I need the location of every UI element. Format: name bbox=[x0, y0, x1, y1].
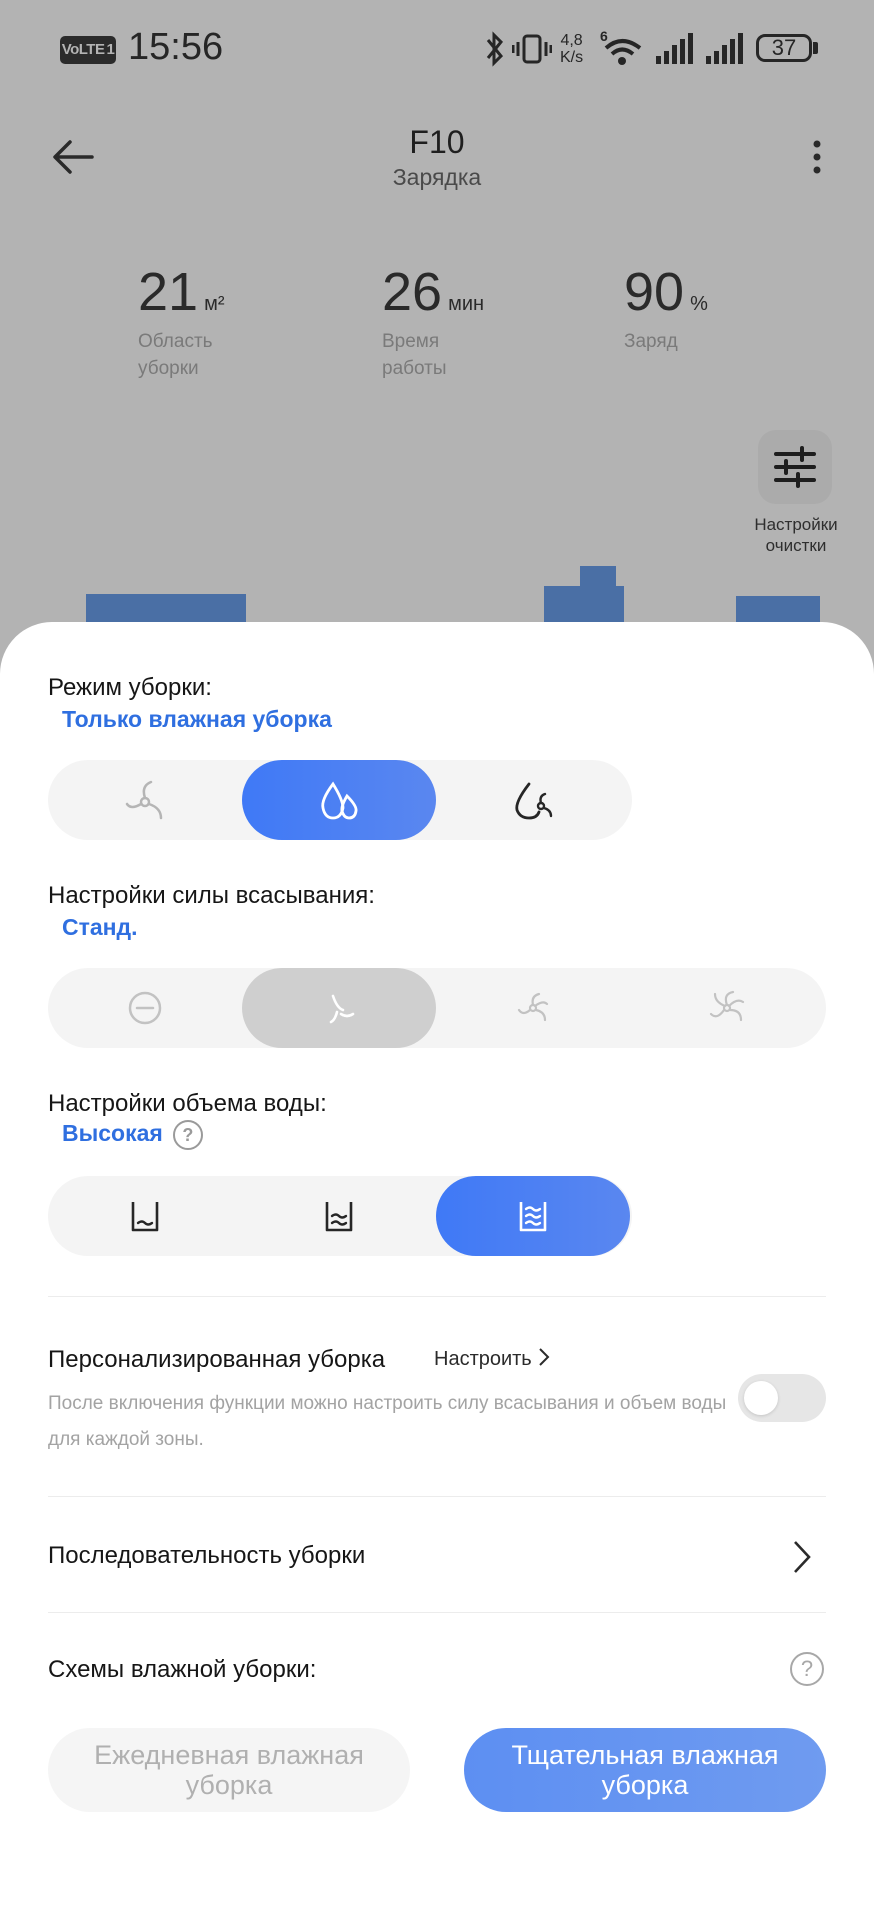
water-medium-icon bbox=[325, 1202, 353, 1232]
divider bbox=[48, 1612, 826, 1613]
water-high-icon bbox=[519, 1202, 547, 1232]
sliders-icon bbox=[774, 446, 816, 488]
signal-sim2-icon bbox=[706, 33, 743, 64]
scheme-deep-button[interactable]: Тщательная влажная уборка bbox=[464, 1728, 826, 1812]
stat-work-time: 26 мин Время работы bbox=[382, 262, 485, 379]
vibrate-icon bbox=[512, 34, 552, 64]
suction-standard-option[interactable] bbox=[242, 968, 436, 1048]
more-menu-icon[interactable] bbox=[800, 134, 834, 184]
mop-drops-icon bbox=[321, 781, 358, 820]
status-bar: VoLTE 1 15:56 4,8 K/s 6 37 bbox=[0, 0, 874, 100]
stat-cleaned-area: 21 м² Область уборки bbox=[138, 262, 225, 379]
mode-vacuum-option[interactable] bbox=[48, 760, 242, 840]
mode-vacuum-mop-option[interactable] bbox=[436, 760, 630, 840]
personalized-toggle[interactable] bbox=[738, 1374, 826, 1422]
personalized-title: Персонализированная уборка bbox=[48, 1346, 386, 1373]
battery-tip bbox=[813, 42, 818, 54]
mode-mop-option[interactable] bbox=[242, 760, 436, 840]
water-low-option[interactable] bbox=[48, 1176, 242, 1256]
vacuum-and-mop-icon bbox=[515, 782, 553, 820]
cleaning-settings-button[interactable] bbox=[758, 430, 832, 504]
suction-strong-icon bbox=[517, 992, 549, 1022]
bluetooth-icon bbox=[486, 31, 504, 67]
suction-max-icon bbox=[709, 990, 745, 1022]
divider bbox=[48, 1296, 826, 1297]
water-selector bbox=[48, 1176, 632, 1256]
suction-value: Станд. bbox=[62, 914, 138, 940]
wet-schemes-help-icon[interactable]: ? bbox=[790, 1652, 824, 1686]
wet-schemes-title: Схемы влажной уборки: bbox=[48, 1656, 317, 1683]
toggle-knob bbox=[744, 1381, 778, 1415]
chevron-right-icon bbox=[539, 1348, 550, 1366]
suction-selector bbox=[48, 968, 826, 1048]
water-title: Настройки объема воды: bbox=[48, 1090, 327, 1117]
device-title: F10 bbox=[409, 124, 465, 160]
suction-off-icon bbox=[128, 991, 162, 1025]
water-value-row: Высокая? bbox=[62, 1120, 203, 1150]
battery-indicator: 37 bbox=[756, 34, 812, 62]
water-medium-option[interactable] bbox=[242, 1176, 436, 1256]
cleaning-mode-title: Режим уборки: bbox=[48, 674, 212, 701]
cleaning-mode-value: Только влажная уборка bbox=[62, 706, 332, 732]
network-speed: 4,8 K/s bbox=[560, 32, 584, 66]
personalized-description: После включения функции можно настроить … bbox=[48, 1393, 727, 1450]
volte-badge: VoLTE 1 bbox=[60, 36, 116, 64]
chevron-right-icon bbox=[794, 1541, 811, 1573]
device-status: Зарядка bbox=[392, 164, 482, 190]
wifi-6-badge: 6 bbox=[600, 28, 608, 44]
water-help-icon[interactable]: ? bbox=[172, 1120, 203, 1150]
signal-sim1-icon bbox=[656, 33, 693, 64]
scheme-daily-button[interactable]: Ежедневная влажная уборка bbox=[48, 1728, 410, 1812]
suction-standard-icon bbox=[329, 994, 355, 1024]
water-low-icon bbox=[131, 1202, 159, 1232]
status-clock: 15:56 bbox=[128, 26, 224, 68]
vacuum-icon bbox=[125, 780, 163, 820]
personalized-configure-link[interactable]: Настроить bbox=[434, 1346, 551, 1371]
cleaning-settings-label: Настройки очистки bbox=[754, 515, 838, 555]
divider bbox=[48, 1496, 826, 1497]
map-room-middle-top bbox=[580, 566, 616, 596]
water-high-option[interactable] bbox=[436, 1176, 630, 1256]
cleaning-mode-selector bbox=[48, 760, 632, 840]
water-value: Высокая bbox=[62, 1120, 163, 1147]
suction-strong-option[interactable] bbox=[436, 968, 630, 1048]
suction-title: Настройки силы всасывания: bbox=[48, 882, 375, 909]
cleaning-sequence-row[interactable]: Последовательность уборки bbox=[48, 1542, 826, 1582]
suction-max-option[interactable] bbox=[630, 968, 824, 1048]
suction-off-option[interactable] bbox=[48, 968, 242, 1048]
stat-battery-charge: 90% Заряд bbox=[624, 262, 708, 352]
